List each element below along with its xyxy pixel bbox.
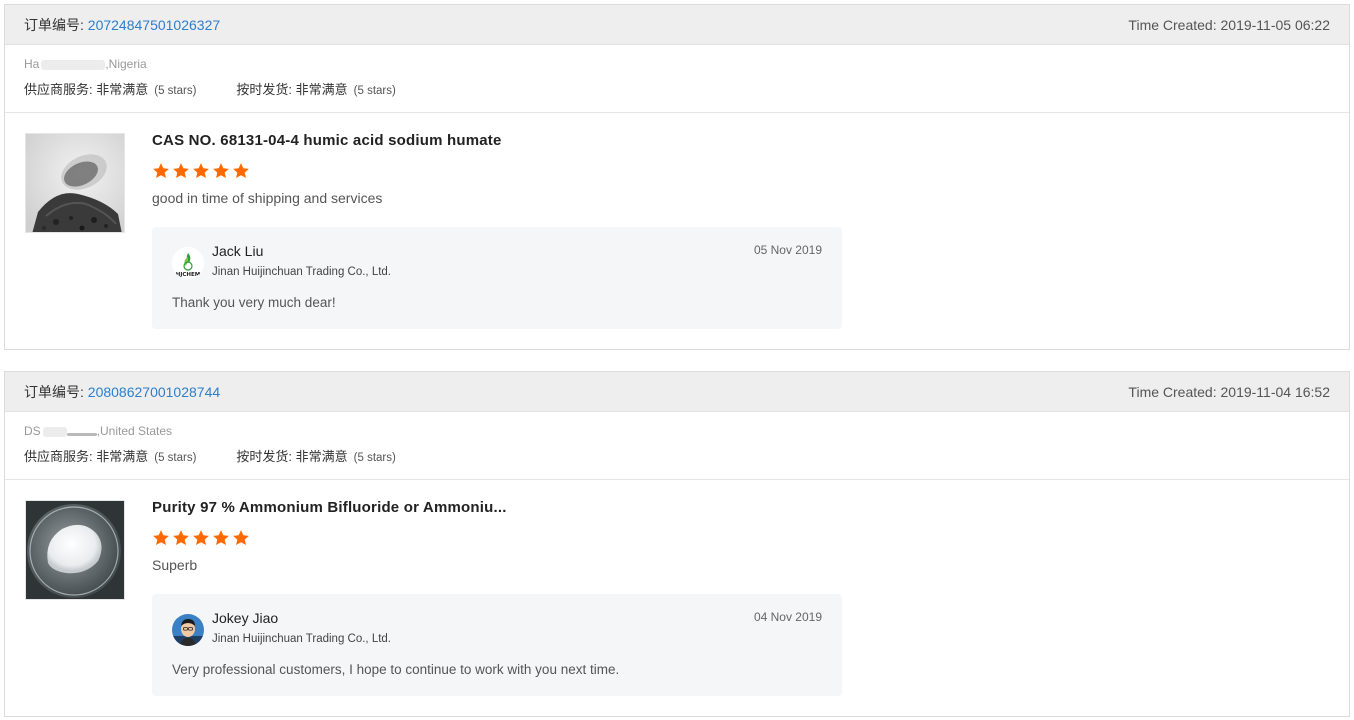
redacted-mask [66, 433, 97, 436]
reply-text: Very professional customers, I hope to c… [172, 662, 620, 677]
order-number-group: 订单编号: 20808627001028744 [24, 382, 220, 402]
replier-name: Jack Liu [212, 243, 264, 259]
star-icon [233, 530, 249, 546]
time-created-value: 2019-11-04 16:52 [1220, 383, 1331, 400]
star-icon [153, 163, 169, 179]
supplier-service-value: 非常满意 [96, 449, 149, 464]
supplier-service-stars: (5 stars) [154, 85, 197, 97]
replier-company: Jinan Huijinchuan Trading Co., Ltd. [212, 266, 391, 278]
star-icon [173, 163, 189, 179]
time-created-value: 2019-11-05 06:22 [1220, 16, 1331, 33]
on-time-shipping-label: 按时发货: [236, 82, 296, 97]
on-time-shipping-value: 非常满意 [295, 82, 348, 97]
star-icon [193, 530, 209, 546]
product-review: CAS NO. 68131-04-4 humic acid sodium hum… [5, 113, 1349, 349]
star-icon [213, 530, 229, 546]
buyer-location-prefix: Ha [24, 57, 40, 71]
reply-text: Thank you very much dear! [172, 295, 336, 310]
order-card: 订单编号: 20808627001028744 Time Created: 20… [4, 371, 1350, 717]
buyer-info: DS ,United States 供应商服务: 非常满意 (5 stars) 按时… [5, 412, 1349, 480]
time-created: Time Created: 2019-11-04 16:52 [1128, 384, 1330, 400]
review-text: good in time of shipping and services [152, 190, 383, 206]
reply-date: 04 Nov 2019 [753, 610, 822, 624]
order-number-group: 订单编号: 20724847501026327 [24, 15, 220, 35]
review-star-rating [152, 529, 252, 547]
review-text: Superb [152, 557, 198, 573]
supplier-ratings: 供应商服务: 非常满意 (5 stars) 按时发货: 非常满意 (5 stars) [24, 79, 1330, 98]
star-icon [153, 530, 169, 546]
on-time-shipping-rating: 按时发货: 非常满意 (5 stars) [236, 79, 395, 98]
product-thumbnail[interactable] [25, 133, 125, 233]
supplier-reply: HJCHEM Jack Liu Jinan Huijinchuan Tradin… [152, 227, 842, 329]
supplier-service-rating: 供应商服务: 非常满意 (5 stars) [24, 446, 196, 465]
supplier-reply: Jokey Jiao Jinan Huijinchuan Trading Co.… [152, 594, 842, 696]
on-time-shipping-stars: (5 stars) [353, 452, 396, 464]
product-thumbnail[interactable] [25, 500, 125, 600]
buyer-location-country: ,Nigeria [105, 57, 147, 71]
supplier-service-stars: (5 stars) [154, 452, 197, 464]
star-icon [173, 530, 189, 546]
order-number-link[interactable]: 20724847501026327 [88, 17, 220, 33]
replier-avatar [172, 614, 204, 646]
order-number-label: 订单编号: [24, 383, 88, 400]
on-time-shipping-value: 非常满意 [295, 449, 348, 464]
supplier-service-rating: 供应商服务: 非常满意 (5 stars) [24, 79, 196, 98]
supplier-service-value: 非常满意 [96, 82, 149, 97]
star-icon [193, 163, 209, 179]
on-time-shipping-stars: (5 stars) [353, 85, 396, 97]
product-review: Purity 97 % Ammonium Bifluoride or Ammon… [5, 480, 1349, 716]
buyer-info: Ha ,Nigeria 供应商服务: 非常满意 (5 stars) 按时发货: 非常… [5, 45, 1349, 113]
buyer-location: DS ,United States [24, 423, 1330, 439]
star-icon [213, 163, 229, 179]
supplier-service-label: 供应商服务: [24, 82, 97, 97]
order-header: 订单编号: 20808627001028744 Time Created: 20… [5, 372, 1349, 412]
redacted-mask [42, 426, 67, 437]
supplier-ratings: 供应商服务: 非常满意 (5 stars) 按时发货: 非常满意 (5 stars) [24, 446, 1330, 465]
time-created-label: Time Created: [1128, 383, 1221, 400]
redacted-mask [41, 59, 106, 70]
product-title-link[interactable]: Purity 97 % Ammonium Bifluoride or Ammon… [152, 499, 507, 516]
supplier-service-label: 供应商服务: [24, 449, 97, 464]
order-card: 订单编号: 20724847501026327 Time Created: 20… [4, 4, 1350, 350]
svg-text:HJCHEM: HJCHEM [176, 272, 201, 278]
company-logo-avatar: HJCHEM [172, 247, 204, 279]
buyer-location: Ha ,Nigeria [24, 56, 1330, 72]
buyer-location-country: ,United States [96, 424, 173, 438]
review-star-rating [152, 162, 252, 180]
replier-company: Jinan Huijinchuan Trading Co., Ltd. [212, 633, 391, 645]
on-time-shipping-rating: 按时发货: 非常满意 (5 stars) [236, 446, 395, 465]
order-header: 订单编号: 20724847501026327 Time Created: 20… [5, 5, 1349, 45]
order-number-label: 订单编号: [24, 16, 88, 33]
time-created-label: Time Created: [1128, 16, 1221, 33]
star-icon [233, 163, 249, 179]
time-created: Time Created: 2019-11-05 06:22 [1128, 17, 1330, 33]
reply-date: 05 Nov 2019 [753, 243, 822, 257]
on-time-shipping-label: 按时发货: [236, 449, 296, 464]
product-title-link[interactable]: CAS NO. 68131-04-4 humic acid sodium hum… [152, 132, 502, 149]
replier-name: Jokey Jiao [212, 610, 279, 626]
buyer-location-prefix: DS [24, 424, 41, 438]
order-number-link[interactable]: 20808627001028744 [88, 384, 220, 400]
